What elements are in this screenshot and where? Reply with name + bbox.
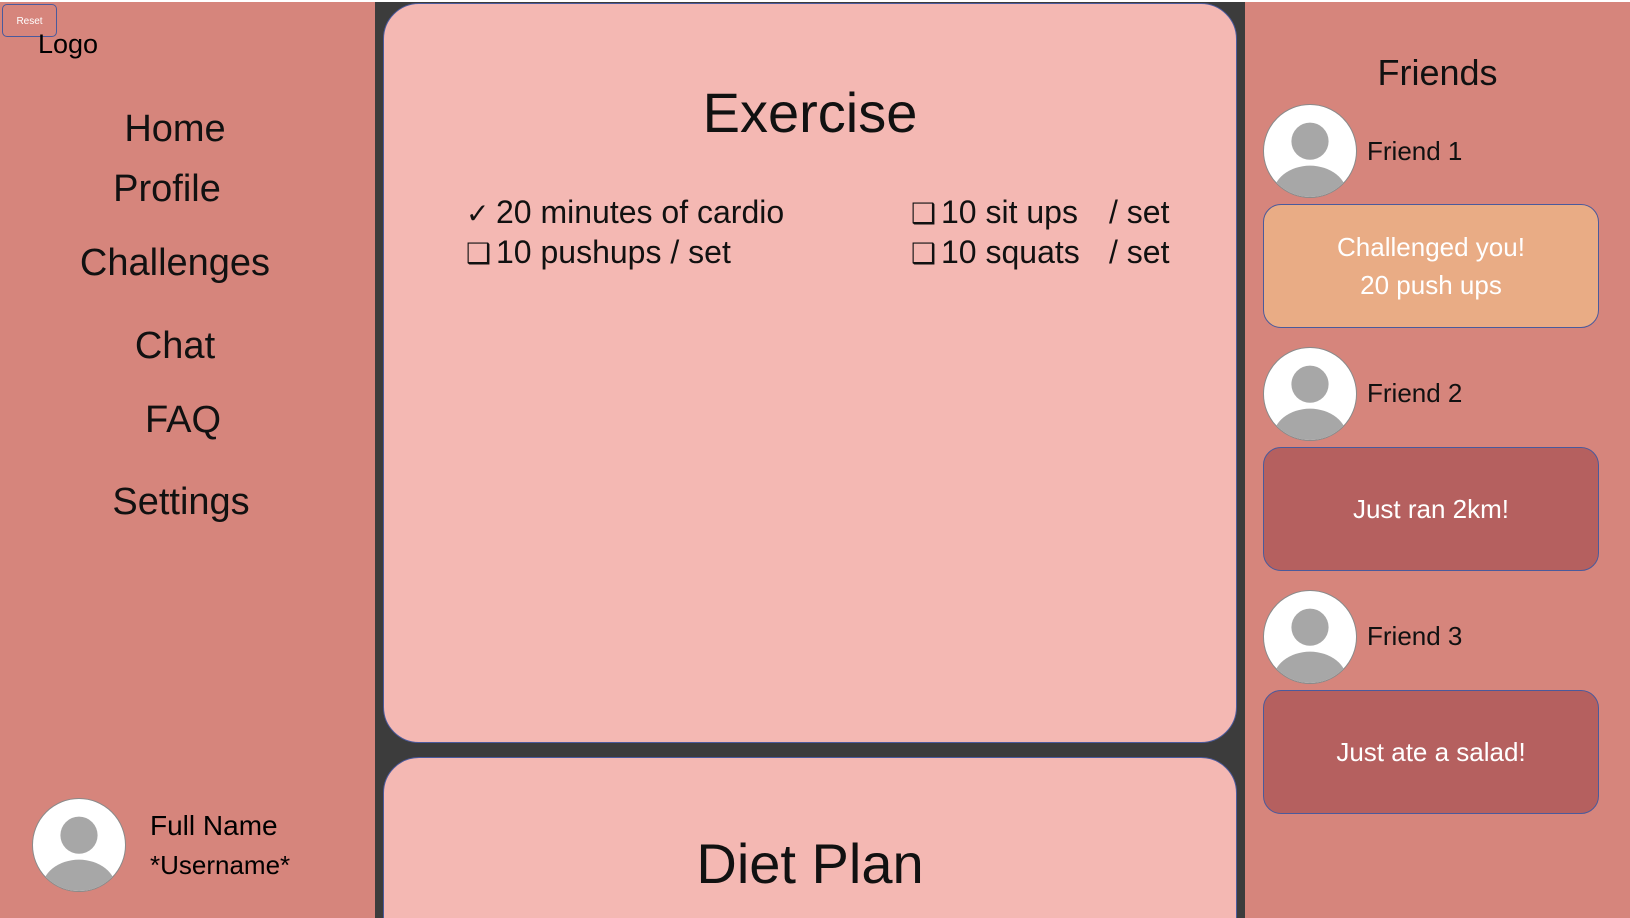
friend-update-card[interactable]: Just ran 2km! — [1263, 447, 1599, 571]
person-silhouette-icon — [1272, 365, 1348, 440]
activity-line: Just ate a salad! — [1336, 737, 1526, 767]
person-silhouette-icon — [1272, 122, 1348, 197]
app-window: Reset Logo Home Profile Challenges Chat … — [0, 0, 1630, 918]
activity-line: 20 push ups — [1360, 270, 1502, 300]
exercise-card: Exercise ✓ 20 minutes of cardio ❑ 10 pushu… — [383, 3, 1237, 743]
friend-avatar-icon[interactable] — [1263, 104, 1357, 198]
checkbox-icon[interactable]: ❑ — [911, 197, 941, 230]
user-full-name: Full Name — [150, 810, 278, 841]
nav-item-challenges[interactable]: Challenges — [0, 242, 350, 285]
person-silhouette-icon — [41, 816, 117, 891]
task-situps[interactable]: ❑ 10 sit ups / set — [911, 194, 1171, 231]
activity-line: Just ran 2km! — [1352, 494, 1510, 524]
friend-update-card[interactable]: Just ate a salad! — [1263, 690, 1599, 814]
task-label: 10 sit ups — [941, 194, 1078, 230]
diet-plan-title: Diet Plan — [696, 832, 924, 895]
activity-line: Challenged you! — [1337, 232, 1525, 262]
person-silhouette-icon — [1272, 608, 1348, 683]
task-squats[interactable]: ❑ 10 squats / set — [911, 234, 1171, 271]
diet-plan-card: Diet Plan — [383, 757, 1237, 918]
user-username: *Username* — [150, 850, 291, 880]
friends-title: Friends — [1377, 52, 1498, 93]
friend-challenge-card[interactable]: Challenged you! 20 push ups — [1263, 204, 1599, 328]
checkbox-icon[interactable]: ❑ — [911, 237, 941, 270]
checkmark-icon[interactable]: ✓ — [466, 197, 496, 230]
friends-panel: Friends Friend 1 Challenged you! 20 push… — [1245, 2, 1630, 918]
friend-avatar-icon[interactable] — [1263, 590, 1357, 684]
sidebar: Reset Logo Home Profile Challenges Chat … — [0, 2, 375, 918]
friend-name[interactable]: Friend 1 — [1367, 136, 1462, 167]
checkbox-icon[interactable]: ❑ — [466, 237, 496, 270]
main-content: Exercise ✓ 20 minutes of cardio ❑ 10 pushu… — [375, 2, 1245, 918]
nav-item-faq[interactable]: FAQ — [8, 399, 358, 442]
task-unit: / set — [1109, 194, 1170, 230]
nav-item-chat[interactable]: Chat — [0, 325, 350, 368]
task-label: 10 pushups / set — [496, 234, 731, 270]
logo: Logo — [38, 29, 99, 59]
nav-item-settings[interactable]: Settings — [6, 481, 356, 524]
friend-name[interactable]: Friend 2 — [1367, 378, 1462, 409]
task-label: 20 minutes of cardio — [496, 194, 785, 230]
task-pushups[interactable]: ❑ 10 pushups / set — [466, 234, 731, 271]
task-unit: / set — [1109, 234, 1170, 270]
nav-item-profile[interactable]: Profile — [0, 168, 342, 211]
task-label: 10 squats — [941, 234, 1080, 270]
task-cardio[interactable]: ✓ 20 minutes of cardio — [466, 194, 784, 231]
nav-item-home[interactable]: Home — [0, 108, 350, 151]
user-avatar-icon[interactable] — [32, 798, 126, 892]
friend-avatar-icon[interactable] — [1263, 347, 1357, 441]
friend-name[interactable]: Friend 3 — [1367, 621, 1462, 652]
exercise-title: Exercise — [702, 81, 918, 144]
